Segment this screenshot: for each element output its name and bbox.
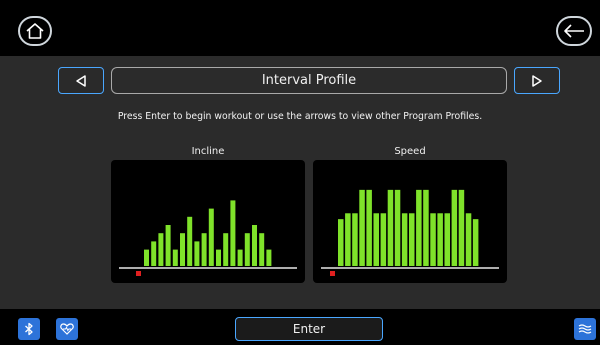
- bar: [472, 219, 479, 266]
- bar: [444, 213, 450, 266]
- bar: [144, 249, 149, 266]
- bar: [416, 189, 422, 266]
- profile-title: Interval Profile: [111, 67, 507, 94]
- bar: [208, 208, 214, 266]
- next-profile-button[interactable]: [514, 67, 560, 94]
- heart-icon: [60, 323, 74, 335]
- bar: [259, 233, 265, 266]
- bar: [244, 233, 250, 266]
- bar: [165, 225, 171, 266]
- bar: [387, 189, 394, 266]
- bottom-bar: Enter: [0, 309, 600, 345]
- program-nav: Interval Profile: [58, 67, 560, 94]
- bar: [423, 189, 429, 266]
- waves-icon: [578, 324, 592, 334]
- bar: [194, 241, 200, 266]
- bar: [366, 189, 372, 266]
- speed-chart: [313, 160, 507, 283]
- bar: [394, 189, 401, 266]
- bar: [352, 213, 358, 266]
- back-arrow-icon: [564, 24, 584, 38]
- enter-button[interactable]: Enter: [235, 317, 383, 341]
- speed-chart-svg: [321, 189, 499, 276]
- top-bar: [0, 0, 600, 56]
- bar: [216, 249, 221, 266]
- bar: [359, 189, 365, 266]
- bar: [345, 213, 351, 266]
- bar: [458, 189, 465, 266]
- bluetooth-icon: [25, 322, 33, 336]
- bar: [401, 213, 408, 266]
- bar: [158, 233, 164, 266]
- triangle-left-icon: [76, 74, 86, 87]
- incline-chart-svg: [119, 200, 297, 276]
- heart-rate-button[interactable]: [56, 318, 78, 340]
- bar: [201, 233, 207, 266]
- incline-chart-label: Incline: [191, 146, 225, 157]
- triangle-right-icon: [532, 74, 542, 87]
- bar: [223, 233, 229, 266]
- bluetooth-button[interactable]: [18, 318, 40, 340]
- bar: [237, 249, 243, 266]
- bar: [465, 213, 472, 266]
- bar: [409, 213, 415, 266]
- bar: [172, 249, 178, 266]
- bar: [252, 225, 257, 266]
- bar: [180, 233, 185, 266]
- bar: [451, 189, 458, 266]
- previous-profile-button[interactable]: [58, 67, 104, 94]
- home-icon: [26, 23, 44, 39]
- incline-chart: [111, 160, 305, 283]
- bar: [187, 216, 193, 266]
- position-marker: [136, 271, 141, 276]
- bar: [151, 241, 157, 266]
- instruction-text: Press Enter to begin workout or use the …: [117, 111, 483, 122]
- bar: [437, 213, 443, 266]
- bar: [380, 213, 387, 266]
- bar: [338, 219, 344, 266]
- bar: [266, 249, 272, 266]
- fan-button[interactable]: [574, 318, 596, 340]
- speed-chart-label: Speed: [394, 146, 426, 157]
- home-button[interactable]: [18, 16, 52, 46]
- position-marker: [330, 271, 335, 276]
- bar: [430, 213, 436, 266]
- back-button[interactable]: [556, 16, 592, 46]
- bar: [230, 200, 236, 266]
- bar: [373, 213, 379, 266]
